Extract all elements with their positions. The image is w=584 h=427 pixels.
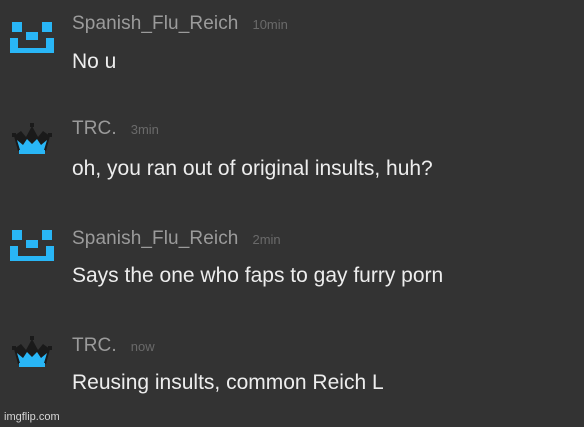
message-text: Reusing insults, common Reich L	[72, 371, 384, 394]
avatar[interactable]	[8, 18, 56, 54]
avatar[interactable]	[8, 226, 56, 262]
avatar[interactable]	[8, 122, 56, 158]
timestamp: 2min	[252, 232, 281, 247]
username[interactable]: TRC.	[72, 118, 117, 139]
timestamp: 3min	[130, 122, 159, 137]
chat-log: Spanish_Flu_Reich 10min No u TRC. 3min oh,…	[0, 0, 584, 427]
timestamp: now	[130, 339, 155, 354]
blue-smiley-blocks-icon	[10, 22, 54, 53]
blue-smiley-blocks-icon	[10, 230, 54, 261]
message-text: Says the one who faps to gay furry porn	[72, 264, 444, 287]
imgflip-watermark: imgflip.com	[4, 411, 60, 423]
crown-icon	[12, 123, 52, 154]
username[interactable]: Spanish_Flu_Reich	[72, 228, 238, 249]
crown-icon	[12, 336, 52, 367]
username[interactable]: TRC.	[72, 335, 117, 356]
message-text: No u	[72, 50, 117, 73]
message-text: oh, you ran out of original insults, huh…	[72, 157, 433, 180]
username[interactable]: Spanish_Flu_Reich	[72, 13, 238, 34]
avatar[interactable]	[8, 335, 56, 371]
timestamp: 10min	[252, 17, 288, 32]
